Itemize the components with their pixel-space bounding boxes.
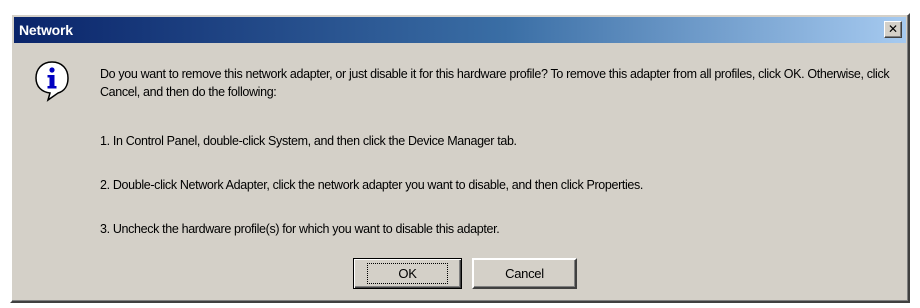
cancel-button[interactable]: Cancel [472, 258, 577, 289]
step-3-text: 3. Uncheck the hardware profile(s) for w… [100, 222, 500, 236]
close-button[interactable]: ✕ [884, 21, 902, 38]
ok-button-label: OK [367, 263, 448, 284]
step-2-text: 2. Double-click Network Adapter, click t… [100, 178, 644, 192]
message-text: Do you want to remove this network adapt… [100, 65, 900, 101]
title-bar[interactable]: Network ✕ [14, 17, 906, 43]
close-icon: ✕ [887, 22, 899, 36]
info-icon [35, 61, 69, 102]
cancel-button-label: Cancel [505, 266, 544, 281]
dialog-title: Network [19, 22, 73, 38]
intro-text: Do you want to remove this network adapt… [100, 67, 890, 99]
ok-button[interactable]: OK [353, 258, 462, 289]
network-dialog: Network ✕ Do you want to remove this net… [10, 13, 910, 303]
step-1-text: 1. In Control Panel, double-click System… [100, 134, 517, 148]
